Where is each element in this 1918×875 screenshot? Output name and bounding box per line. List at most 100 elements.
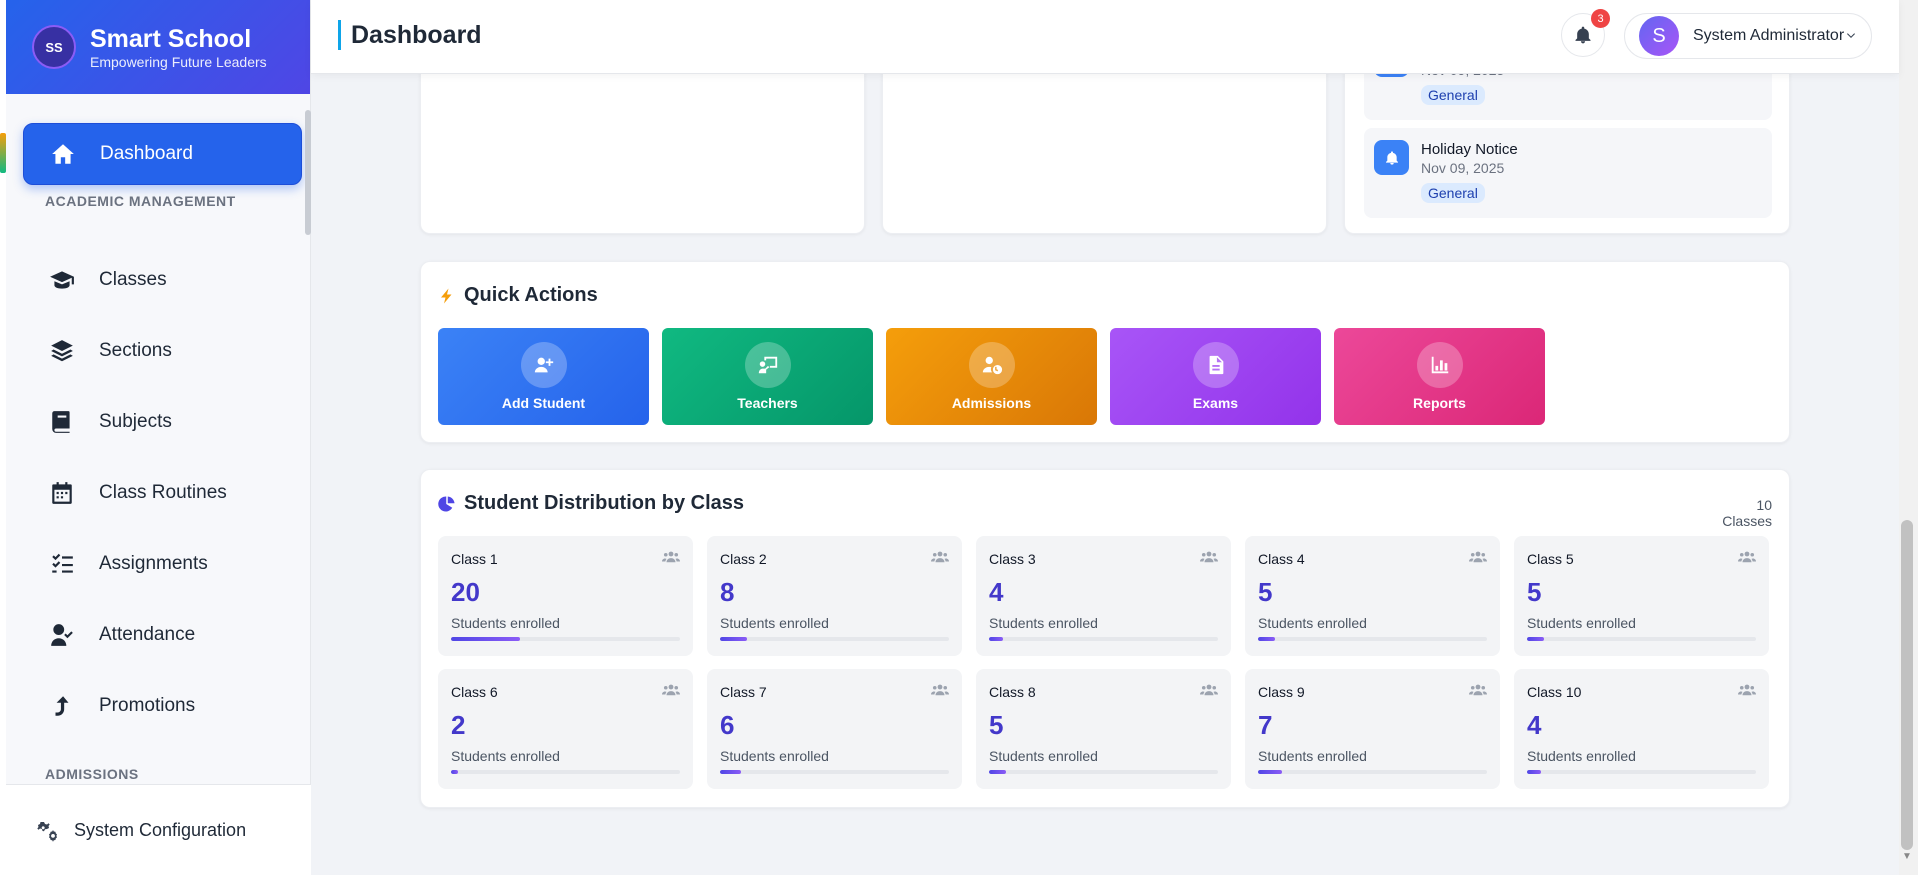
class-name: Class 2 (720, 551, 767, 567)
page-scrollbar-thumb[interactable] (1901, 520, 1913, 850)
users-icon (662, 551, 680, 563)
system-configuration-link[interactable]: System Configuration (6, 784, 311, 875)
users-icon (1469, 551, 1487, 563)
sidebar-header: SS Smart School Empowering Future Leader… (6, 0, 310, 94)
users-icon (1200, 684, 1218, 696)
notice-date: Nov 09, 2025 (1421, 160, 1505, 176)
notice-tag: General (1421, 183, 1485, 203)
class-tile[interactable]: Class 8 5 Students enrolled (976, 669, 1231, 789)
school-logo: SS (32, 25, 76, 69)
students-enrolled-label: Students enrolled (989, 748, 1098, 764)
class-tile[interactable]: Class 9 7 Students enrolled (1245, 669, 1500, 789)
students-enrolled-label: Students enrolled (989, 615, 1098, 631)
enrollment-bar (451, 637, 680, 641)
chart-bar-icon (1431, 356, 1448, 374)
class-tile[interactable]: Class 2 8 Students enrolled (707, 536, 962, 656)
users-icon (1738, 551, 1756, 563)
class-student-count: 7 (1258, 710, 1273, 740)
class-count-label: 10 Classes (1722, 497, 1772, 529)
class-student-count: 5 (1527, 577, 1542, 607)
class-tile[interactable]: Class 7 6 Students enrolled (707, 669, 962, 789)
chevron-down-icon (1847, 33, 1855, 38)
user-menu[interactable]: S System Administrator (1624, 13, 1872, 59)
enrollment-bar (1527, 637, 1756, 641)
class-student-count: 4 (989, 577, 1004, 607)
sidebar-item-class-routines[interactable]: Class Routines (23, 462, 303, 524)
sidebar-item-dashboard[interactable]: Dashboard (23, 123, 302, 185)
brand-subtitle: Empowering Future Leaders (90, 54, 267, 70)
students-enrolled-label: Students enrolled (720, 748, 829, 764)
calendar-icon (52, 482, 72, 504)
students-enrolled-label: Students enrolled (1527, 615, 1636, 631)
section-academic-management: ACADEMIC MANAGEMENT (45, 193, 236, 209)
sidebar-item-sections[interactable]: Sections (23, 320, 303, 382)
notice-item[interactable]: Holiday Notice Nov 09, 2025 General (1364, 128, 1772, 218)
user-clock-icon (982, 356, 1002, 375)
enrollment-bar-fill (1527, 770, 1541, 774)
class-student-count: 5 (989, 710, 1004, 740)
sidebar-item-attendance[interactable]: Attendance (23, 604, 303, 666)
teachers-button[interactable]: Teachers (662, 328, 873, 425)
users-icon (931, 684, 949, 696)
notice-title: Holiday Notice (1421, 141, 1518, 158)
reports-button[interactable]: Reports (1334, 328, 1545, 425)
users-icon (1200, 551, 1218, 563)
brand-title: Smart School (90, 25, 252, 53)
class-name: Class 8 (989, 684, 1036, 700)
bell-icon (1575, 26, 1591, 44)
notice-icon (1374, 140, 1409, 175)
action-label: Reports (1413, 395, 1466, 411)
quick-actions-title: Quick Actions (438, 284, 598, 307)
enrollment-bar-fill (720, 637, 748, 641)
exams-button[interactable]: Exams (1110, 328, 1321, 425)
sidebar-item-label: Assignments (99, 553, 208, 574)
class-tile[interactable]: Class 3 4 Students enrolled (976, 536, 1231, 656)
top-bar: Dashboard 3 S System Administrator (311, 0, 1899, 74)
add-student-button[interactable]: Add Student (438, 328, 649, 425)
sidebar-nav[interactable]: Dashboard ACADEMIC MANAGEMENT Classes Se… (6, 94, 310, 784)
class-tile[interactable]: Class 1 20 Students enrolled (438, 536, 693, 656)
sidebar-item-label: Promotions (99, 695, 196, 716)
student-distribution-title-text: Student Distribution by Class (464, 492, 745, 514)
enrollment-bar (989, 770, 1218, 774)
file-icon (1209, 355, 1223, 375)
class-tile[interactable]: Class 4 5 Students enrolled (1245, 536, 1500, 656)
gears-icon (37, 822, 57, 842)
class-name: Class 7 (720, 684, 767, 700)
notification-badge: 3 (1591, 9, 1610, 28)
sidebar-item-label: Attendance (99, 624, 196, 645)
chalkboard-teacher-icon (758, 356, 777, 374)
sidebar-scrollbar[interactable] (305, 110, 311, 235)
enrollment-bar (720, 637, 949, 641)
action-label: Teachers (737, 395, 798, 411)
system-configuration-label: System Configuration (74, 819, 247, 840)
sidebar-item-label: Subjects (99, 411, 172, 432)
class-tile[interactable]: Class 6 2 Students enrolled (438, 669, 693, 789)
class-student-count: 8 (720, 577, 735, 607)
enrollment-bar (720, 770, 949, 774)
notifications-button[interactable]: 3 (1561, 9, 1610, 57)
students-enrolled-label: Students enrolled (1527, 748, 1636, 764)
active-indicator (0, 133, 6, 173)
admissions-button[interactable]: Admissions (886, 328, 1097, 425)
sidebar-item-promotions[interactable]: Promotions (23, 675, 303, 737)
class-tile[interactable]: Class 5 5 Students enrolled (1514, 536, 1769, 656)
user-plus-icon (534, 357, 553, 373)
class-name: Class 3 (989, 551, 1036, 567)
sidebar: SS Smart School Empowering Future Leader… (6, 0, 311, 875)
scroll-down-icon[interactable]: ▼ (1902, 851, 1912, 862)
user-name: System Administrator (1693, 27, 1845, 44)
student-distribution-title: Student Distribution by Class (438, 492, 744, 515)
enrollment-bar-fill (989, 770, 1007, 774)
class-name: Class 5 (1527, 551, 1574, 567)
avatar: S (1639, 16, 1679, 56)
notice-tag: General (1421, 85, 1485, 105)
home-icon (52, 144, 74, 164)
sidebar-item-subjects[interactable]: Subjects (23, 391, 303, 453)
sidebar-item-classes[interactable]: Classes (23, 249, 303, 311)
users-icon (1469, 684, 1487, 696)
users-icon (662, 684, 680, 696)
sidebar-item-assignments[interactable]: Assignments (23, 533, 303, 595)
class-name: Class 9 (1258, 684, 1305, 700)
class-tile[interactable]: Class 10 4 Students enrolled (1514, 669, 1769, 789)
